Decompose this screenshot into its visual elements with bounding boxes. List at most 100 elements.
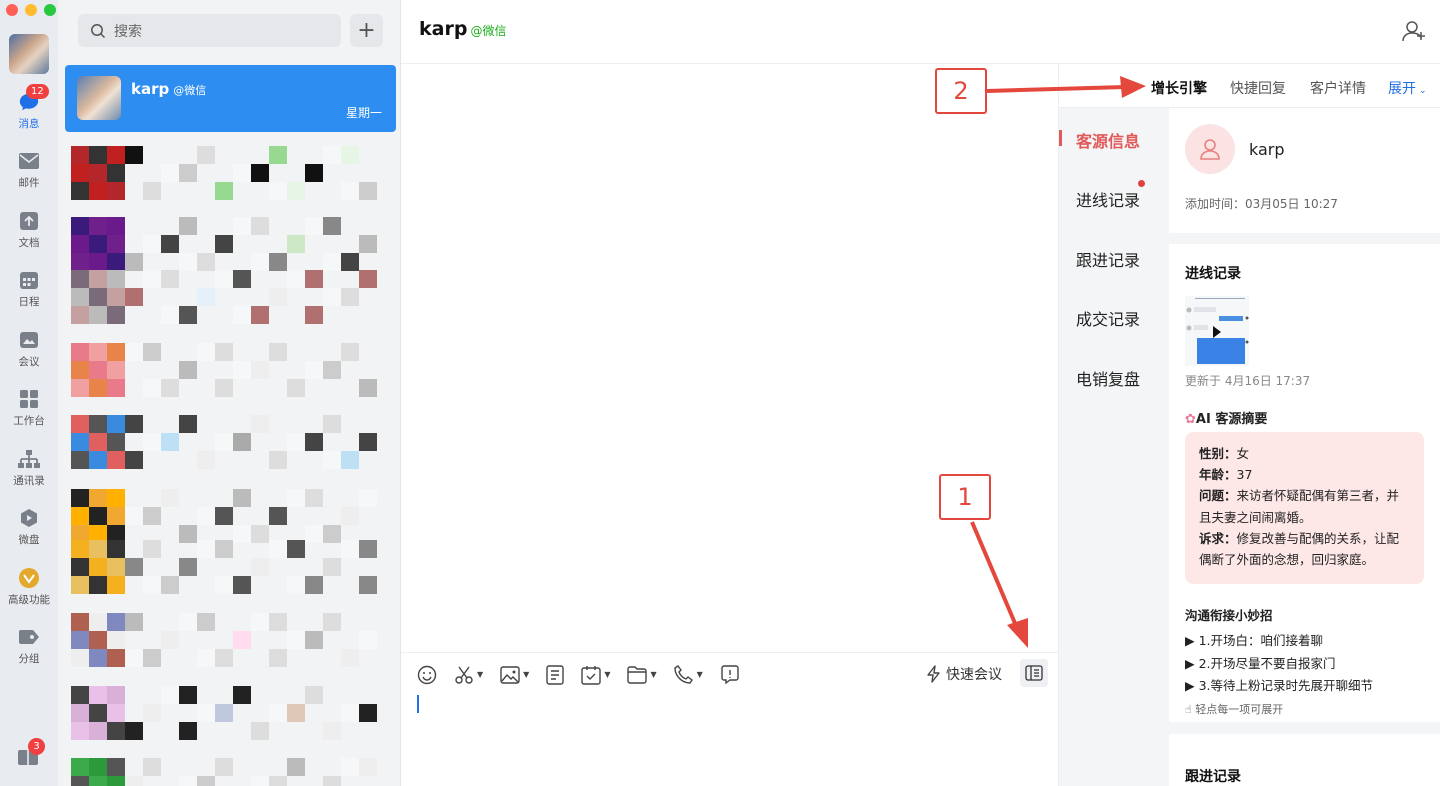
nav-item-workbench[interactable]: 工作台 [0, 381, 58, 435]
caret-down-icon[interactable]: ▼ [477, 670, 483, 679]
tab-expand[interactable]: 展开 ⌄ [1388, 78, 1427, 98]
pixel-block [251, 306, 269, 324]
pixel-block [125, 649, 143, 667]
document-icon [18, 210, 40, 232]
pixel-block [89, 146, 107, 164]
pixel-block [341, 182, 359, 200]
pixel-block [71, 270, 89, 288]
pixel-block [341, 146, 359, 164]
pixel-block [305, 686, 323, 704]
side-nav-followup-record[interactable]: 跟进记录 [1076, 247, 1140, 271]
contact-name-row: karp @微信 [131, 80, 206, 98]
tab-growth-engine[interactable]: 增长引擎 [1151, 78, 1207, 98]
pixel-block [287, 576, 305, 594]
file-button[interactable]: ▼ [627, 665, 657, 684]
ai-summary-title: ✿AI 客源摘要 [1185, 408, 1267, 427]
side-nav-deal-record[interactable]: 成交记录 [1076, 306, 1140, 330]
pixel-block [323, 288, 341, 306]
pixel-block [71, 343, 89, 361]
pixel-block [89, 288, 107, 306]
pixel-block [89, 686, 107, 704]
pixel-block [305, 361, 323, 379]
pixel-block [341, 253, 359, 271]
pixel-block [305, 164, 323, 182]
tab-customer-details[interactable]: 客户详情 [1310, 78, 1366, 98]
caret-down-icon[interactable]: ▼ [697, 670, 703, 679]
caret-down-icon[interactable]: ▼ [523, 670, 529, 679]
pixel-block [71, 379, 89, 397]
nav-item-premium[interactable]: 高级功能 [0, 560, 58, 614]
user-avatar[interactable] [9, 34, 49, 74]
pixel-block [323, 415, 341, 433]
nav-item-calendar[interactable]: 日程 [0, 262, 58, 316]
pixel-block [89, 270, 107, 288]
pixel-block [341, 758, 359, 776]
tab-quick-reply[interactable]: 快捷回复 [1230, 78, 1286, 98]
pixel-block [359, 379, 377, 397]
add-member-button[interactable] [1402, 20, 1426, 46]
nav-item-messages[interactable]: 12 消息 [0, 84, 58, 138]
pixel-block [179, 558, 197, 576]
pixel-block [71, 776, 89, 786]
pixel-block [359, 182, 377, 200]
caret-down-icon[interactable]: ▼ [650, 670, 656, 679]
expand-label: 展开 [1388, 81, 1416, 97]
pixel-block [71, 433, 89, 451]
call-button[interactable]: ▼ [673, 664, 703, 685]
pixel-block [359, 758, 377, 776]
conversation-item-active[interactable]: karp @微信 星期一 [65, 65, 396, 132]
nav-item-docs[interactable]: 文档 [0, 203, 58, 257]
text-cursor[interactable] [417, 695, 419, 713]
pixel-block [215, 235, 233, 253]
screenshot-button[interactable]: ▼ [454, 665, 483, 685]
notification-button[interactable]: 3 [16, 738, 45, 766]
nav-item-drive[interactable]: 微盘 [0, 500, 58, 554]
image-button[interactable]: ▼ [500, 665, 529, 684]
pointing-hand-icon: ☝ [1185, 703, 1192, 716]
updated-time: 更新于 4月16日 17:37 [1185, 374, 1311, 388]
feedback-button[interactable] [720, 664, 740, 685]
close-window-button[interactable] [6, 4, 18, 16]
nav-item-contacts[interactable]: 通讯录 [0, 441, 58, 495]
chat-title: karp @微信 [419, 18, 506, 40]
pixel-block [89, 235, 107, 253]
tip-item[interactable]: ▶ 3.等待上粉记录时先展开聊细节 [1185, 675, 1373, 694]
pixel-block [233, 576, 251, 594]
tip-item[interactable]: ▶ 1.开场白：咱们接着聊 [1185, 630, 1323, 649]
emoji-button[interactable] [417, 665, 437, 685]
pixel-block [71, 489, 89, 507]
side-nav-telesales-review[interactable]: 电销复盘 [1076, 366, 1140, 390]
chat-area: ▼ ▼ ▼ ▼ ▼ 快速会议 [401, 64, 1058, 786]
pixel-block [89, 164, 107, 182]
nav-item-meeting[interactable]: 会议 [0, 322, 58, 376]
pixel-block [305, 217, 323, 235]
pixel-block [269, 704, 287, 722]
note-button[interactable] [546, 664, 565, 685]
pixel-block [89, 433, 107, 451]
side-nav-lead-info[interactable]: 客源信息 [1076, 128, 1140, 152]
pixel-block [233, 489, 251, 507]
pixel-block [197, 343, 215, 361]
minimize-window-button[interactable] [25, 4, 37, 16]
active-indicator [1059, 130, 1062, 146]
task-button[interactable]: ▼ [581, 665, 610, 685]
add-button[interactable]: + [350, 14, 383, 47]
pixel-block [89, 217, 107, 235]
caret-down-icon[interactable]: ▼ [604, 670, 610, 679]
pixel-block [125, 253, 143, 271]
sidebar-toggle-button[interactable] [1020, 659, 1048, 687]
zoom-window-button[interactable] [44, 4, 56, 16]
nav-item-mail[interactable]: 邮件 [0, 143, 58, 197]
summary-value: 女 [1236, 446, 1250, 461]
quick-meeting-button[interactable]: 快速会议 [926, 664, 1002, 684]
chat-screenshot-thumbnail[interactable] [1185, 296, 1249, 366]
pixel-block [107, 722, 125, 740]
side-nav-inbound-record[interactable]: 进线记录 [1076, 187, 1140, 211]
pixel-block [89, 379, 107, 397]
search-input[interactable]: 搜索 [78, 14, 341, 47]
pixel-block [179, 686, 197, 704]
pixel-block [323, 613, 341, 631]
nav-item-groups[interactable]: 分组 [0, 619, 58, 673]
annotation-label-2: 2 [935, 68, 987, 114]
tip-item[interactable]: ▶ 2.开场尽量不要自报家门 [1185, 653, 1336, 672]
